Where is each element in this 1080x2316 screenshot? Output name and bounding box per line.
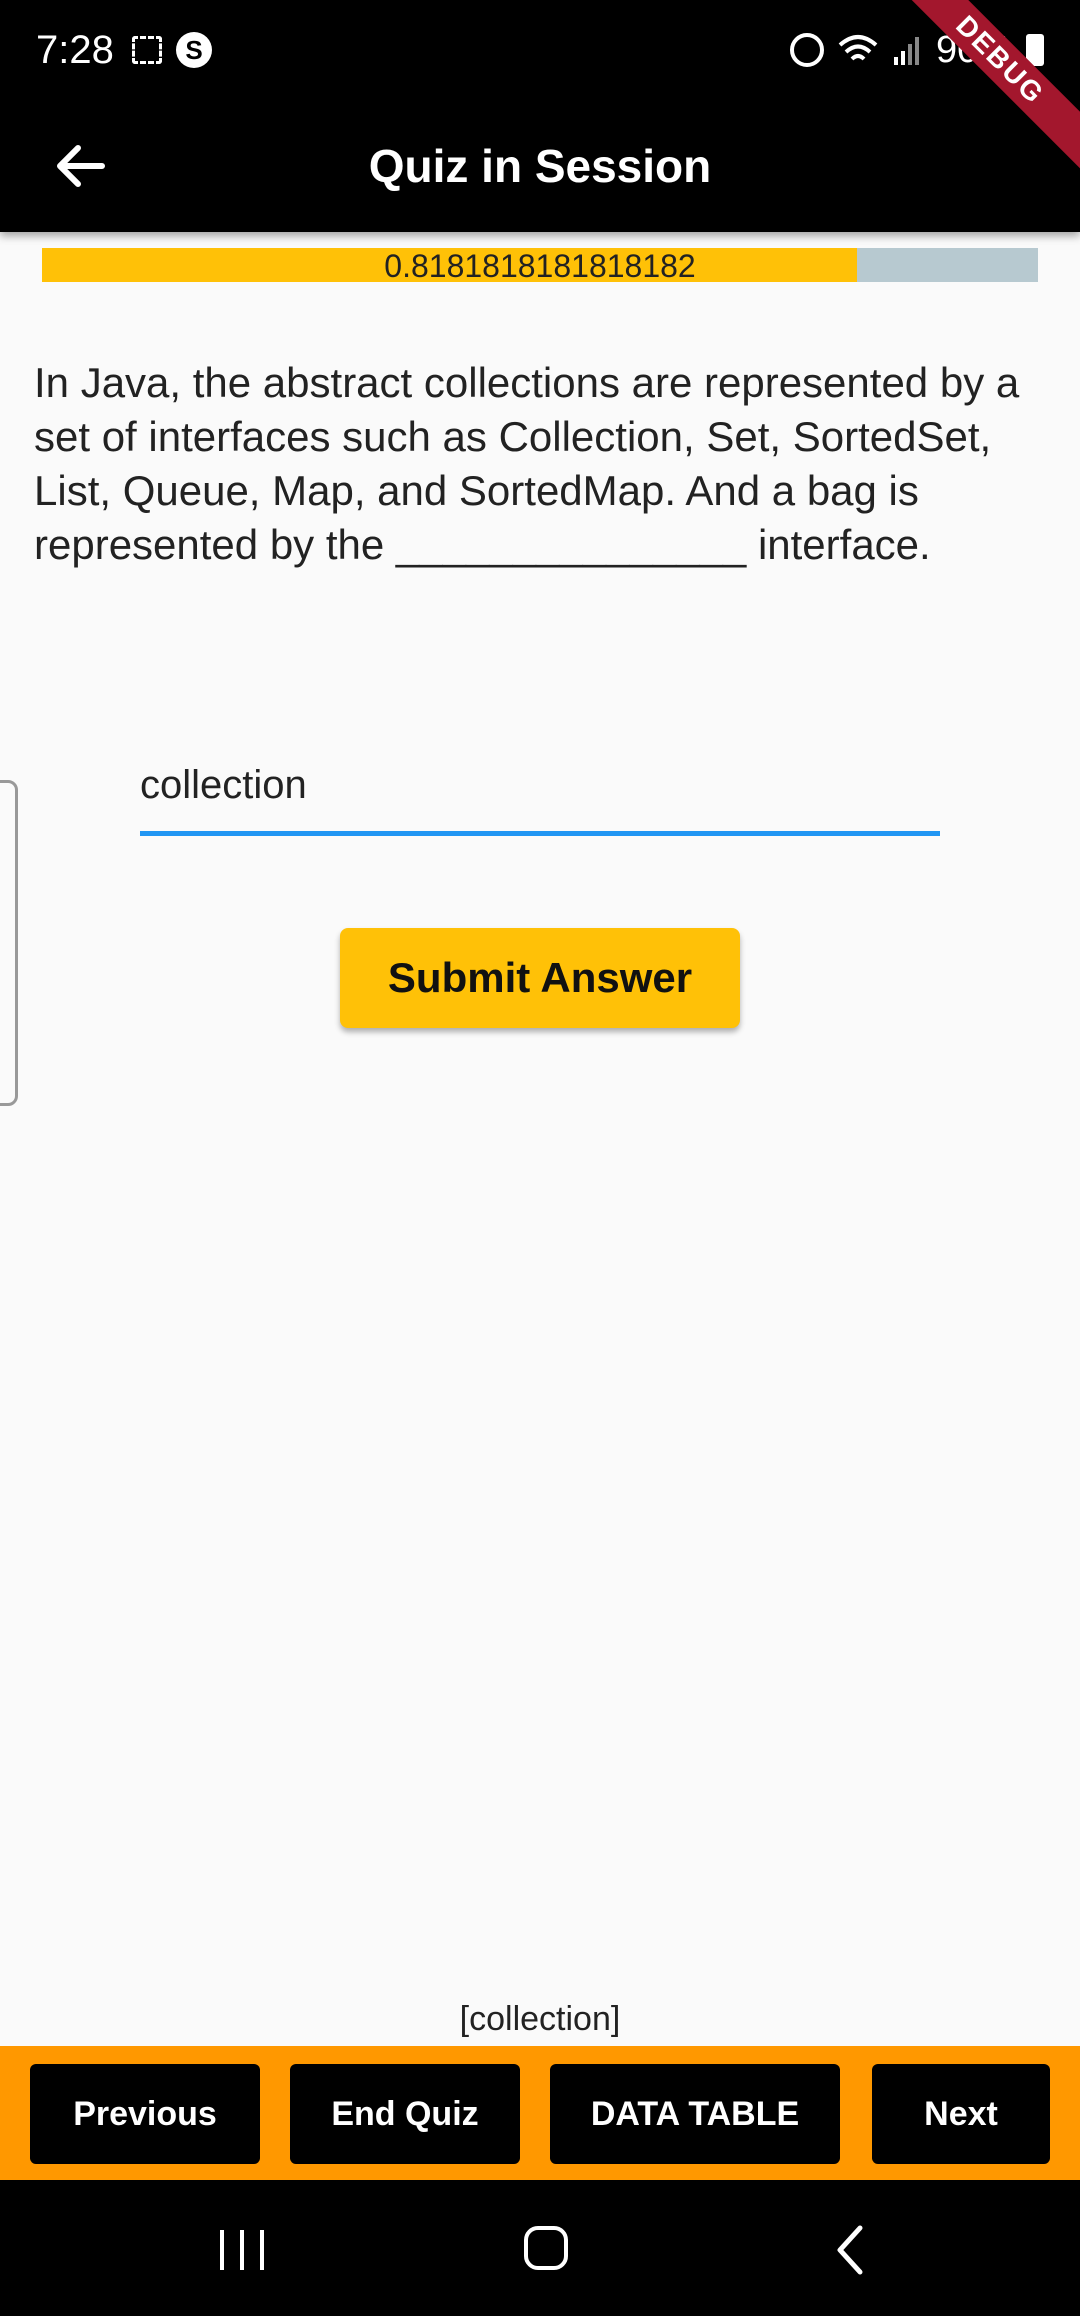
status-time: 7:28 <box>36 28 114 72</box>
submitted-answer-text: [collection] <box>459 2000 621 2038</box>
data-table-button[interactable]: DATA TABLE <box>550 2064 840 2164</box>
recents-icon[interactable] <box>212 2224 272 2276</box>
screenshot-icon <box>132 36 162 64</box>
app-bar: Quiz in Session <box>0 100 1080 232</box>
s-app-icon: S <box>176 32 212 68</box>
end-quiz-button[interactable]: End Quiz <box>290 2064 520 2164</box>
submit-answer-button[interactable]: Submit Answer <box>340 928 740 1028</box>
next-button[interactable]: Next <box>872 2064 1050 2164</box>
home-icon[interactable] <box>522 2224 570 2272</box>
progress-label: 0.8181818181818182 <box>384 248 696 284</box>
signal-icon <box>893 37 919 65</box>
alarm-icon <box>789 33 824 67</box>
previous-button[interactable]: Previous <box>30 2064 260 2164</box>
action-bar: Previous End Quiz DATA TABLE Next <box>0 2046 1080 2180</box>
back-nav-icon[interactable] <box>830 2222 870 2278</box>
wifi-icon <box>838 35 878 61</box>
side-panel-handle[interactable] <box>0 780 18 1106</box>
page-title: Quiz in Session <box>368 140 712 192</box>
status-bar: 7:28 S 90% <box>0 0 1080 100</box>
system-nav-bar <box>0 2180 1080 2316</box>
question-text: In Java, the abstract collections are re… <box>34 359 1020 568</box>
answer-input[interactable] <box>140 740 940 836</box>
